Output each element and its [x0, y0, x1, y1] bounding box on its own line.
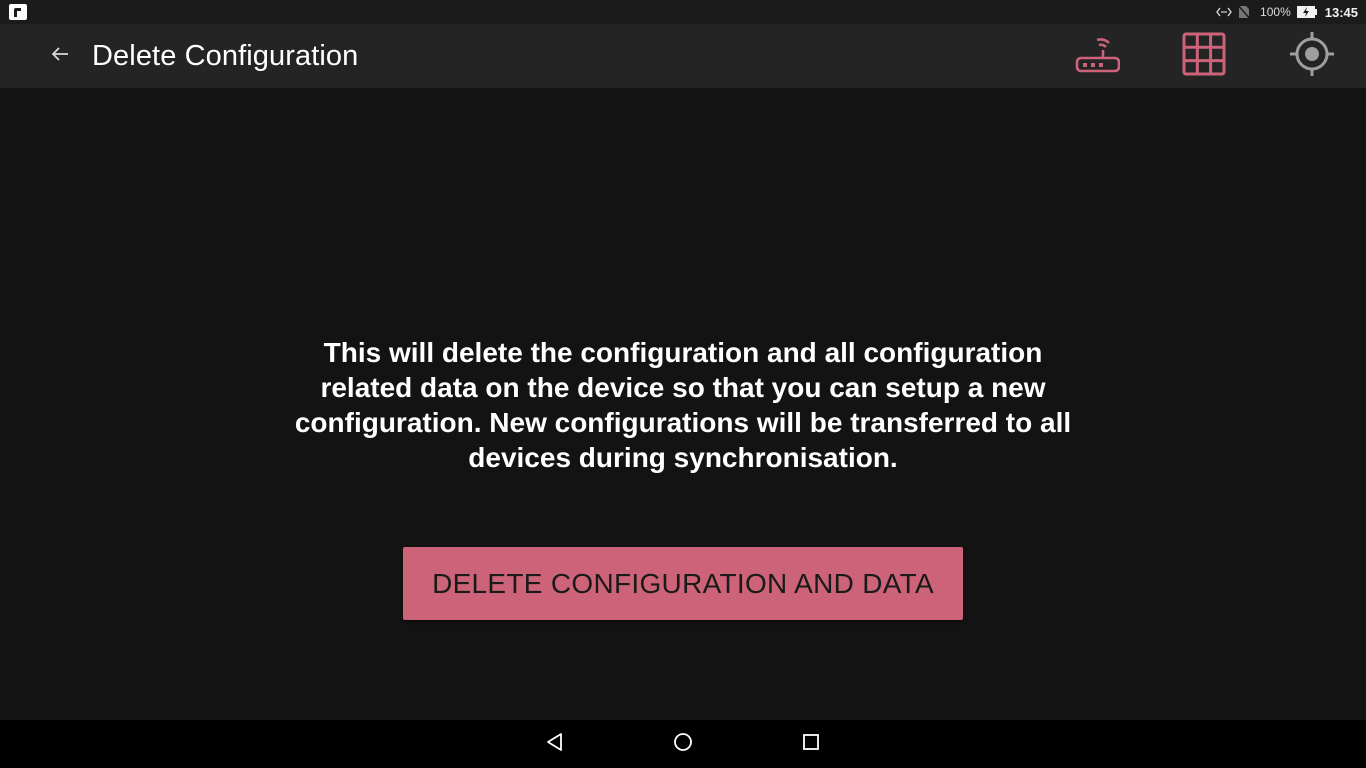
nav-home-icon — [673, 732, 693, 757]
data-sync-icon — [1216, 6, 1232, 18]
grid-icon — [1180, 30, 1228, 83]
page-title: Delete Configuration — [92, 40, 359, 72]
no-sim-icon — [1238, 5, 1251, 19]
router-wifi-icon — [1072, 30, 1121, 83]
nav-back-button[interactable] — [539, 728, 571, 760]
description-text: This will delete the configuration and a… — [294, 337, 1072, 473]
clock: 13:45 — [1324, 4, 1358, 20]
app-bar: Delete Configuration — [0, 24, 1366, 88]
router-button[interactable] — [1070, 30, 1122, 82]
navigation-bar — [0, 720, 1366, 768]
back-button[interactable] — [40, 36, 80, 76]
battery-percent: 100% — [1260, 5, 1291, 19]
gps-target-icon — [1288, 30, 1336, 83]
nav-recents-icon — [802, 733, 820, 756]
status-icons: 100% 13:45 — [1216, 0, 1358, 24]
notification-app-icon — [9, 4, 27, 20]
arrow-back-icon — [51, 46, 69, 67]
grid-button[interactable] — [1178, 30, 1230, 82]
screen: 100% 13:45 Delete Configuration This wil… — [0, 0, 1366, 768]
delete-configuration-button[interactable]: DELETE CONFIGURATION AND DATA — [403, 547, 963, 620]
status-bar: 100% 13:45 — [0, 0, 1366, 24]
nav-recents-button[interactable] — [795, 728, 827, 760]
gps-button[interactable] — [1286, 30, 1338, 82]
battery-charging-icon — [1296, 6, 1317, 18]
nav-back-icon — [545, 732, 565, 757]
nav-home-button[interactable] — [667, 728, 699, 760]
